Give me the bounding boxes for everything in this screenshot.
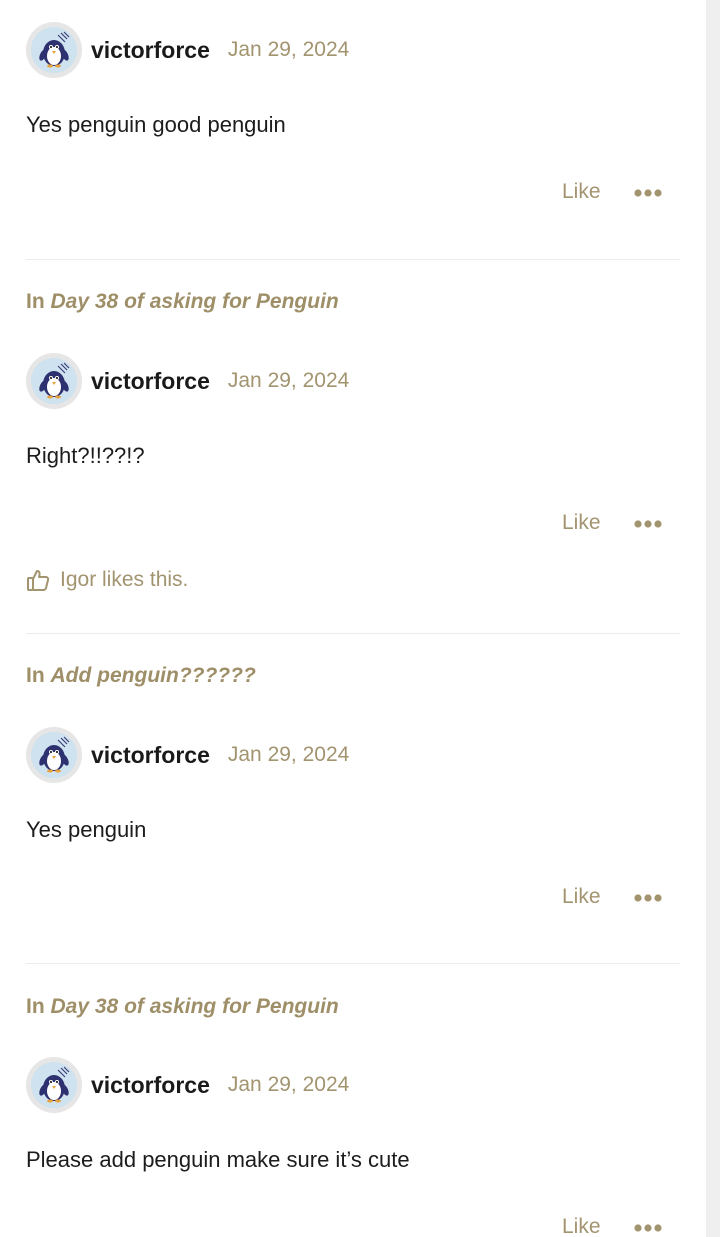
context-prefix: In (26, 664, 45, 687)
context-prefix: In (26, 995, 45, 1018)
avatar[interactable] (26, 1057, 82, 1113)
penguin-avatar-icon (31, 358, 77, 404)
likes-summary[interactable]: Igor likes this. (26, 568, 188, 592)
divider (26, 259, 680, 260)
post-author-row: victorforce Jan 29, 2024 (26, 22, 349, 78)
divider (26, 963, 680, 964)
post-date[interactable]: Jan 29, 2024 (228, 743, 349, 767)
thread-link[interactable]: Add penguin?????? (51, 664, 256, 687)
thumbs-up-icon (26, 568, 50, 592)
like-button[interactable]: Like (562, 511, 601, 535)
post-author[interactable]: victorforce (91, 742, 210, 769)
likes-text: Igor likes this. (60, 568, 189, 591)
post-body: Yes penguin (26, 817, 147, 842)
penguin-avatar-icon (31, 1062, 77, 1108)
post-date[interactable]: Jan 29, 2024 (228, 38, 349, 62)
post-body: Yes penguin good penguin (26, 112, 286, 137)
post-body: Please add penguin make sure it’s cute (26, 1147, 410, 1172)
more-options-icon[interactable] (634, 186, 664, 200)
scrollbar[interactable] (706, 0, 720, 1237)
post-body: Right?!!??!? (26, 443, 145, 468)
post-author[interactable]: victorforce (91, 1072, 210, 1099)
avatar[interactable] (26, 353, 82, 409)
post-context: In Add penguin?????? (26, 664, 256, 688)
post-author-row: victorforce Jan 29, 2024 (26, 353, 349, 409)
post-author[interactable]: victorforce (91, 368, 210, 395)
like-button[interactable]: Like (562, 180, 601, 204)
post-context: In Day 38 of asking for Penguin (26, 995, 339, 1019)
more-options-icon[interactable] (634, 1221, 664, 1235)
post-context: In Day 38 of asking for Penguin (26, 290, 339, 314)
context-prefix: In (26, 290, 45, 313)
like-button[interactable]: Like (562, 885, 601, 909)
avatar[interactable] (26, 727, 82, 783)
post-author-row: victorforce Jan 29, 2024 (26, 727, 349, 783)
divider (26, 633, 680, 634)
more-options-icon[interactable] (634, 517, 664, 531)
avatar[interactable] (26, 22, 82, 78)
more-options-icon[interactable] (634, 891, 664, 905)
post-author-row: victorforce Jan 29, 2024 (26, 1057, 349, 1113)
post-date[interactable]: Jan 29, 2024 (228, 369, 349, 393)
thread-link[interactable]: Day 38 of asking for Penguin (51, 290, 339, 313)
like-button[interactable]: Like (562, 1215, 601, 1237)
activity-feed: victorforce Jan 29, 2024 Yes penguin goo… (0, 0, 720, 1237)
post-date[interactable]: Jan 29, 2024 (228, 1073, 349, 1097)
penguin-avatar-icon (31, 732, 77, 778)
post-author[interactable]: victorforce (91, 37, 210, 64)
thread-link[interactable]: Day 38 of asking for Penguin (51, 995, 339, 1018)
penguin-avatar-icon (31, 27, 77, 73)
